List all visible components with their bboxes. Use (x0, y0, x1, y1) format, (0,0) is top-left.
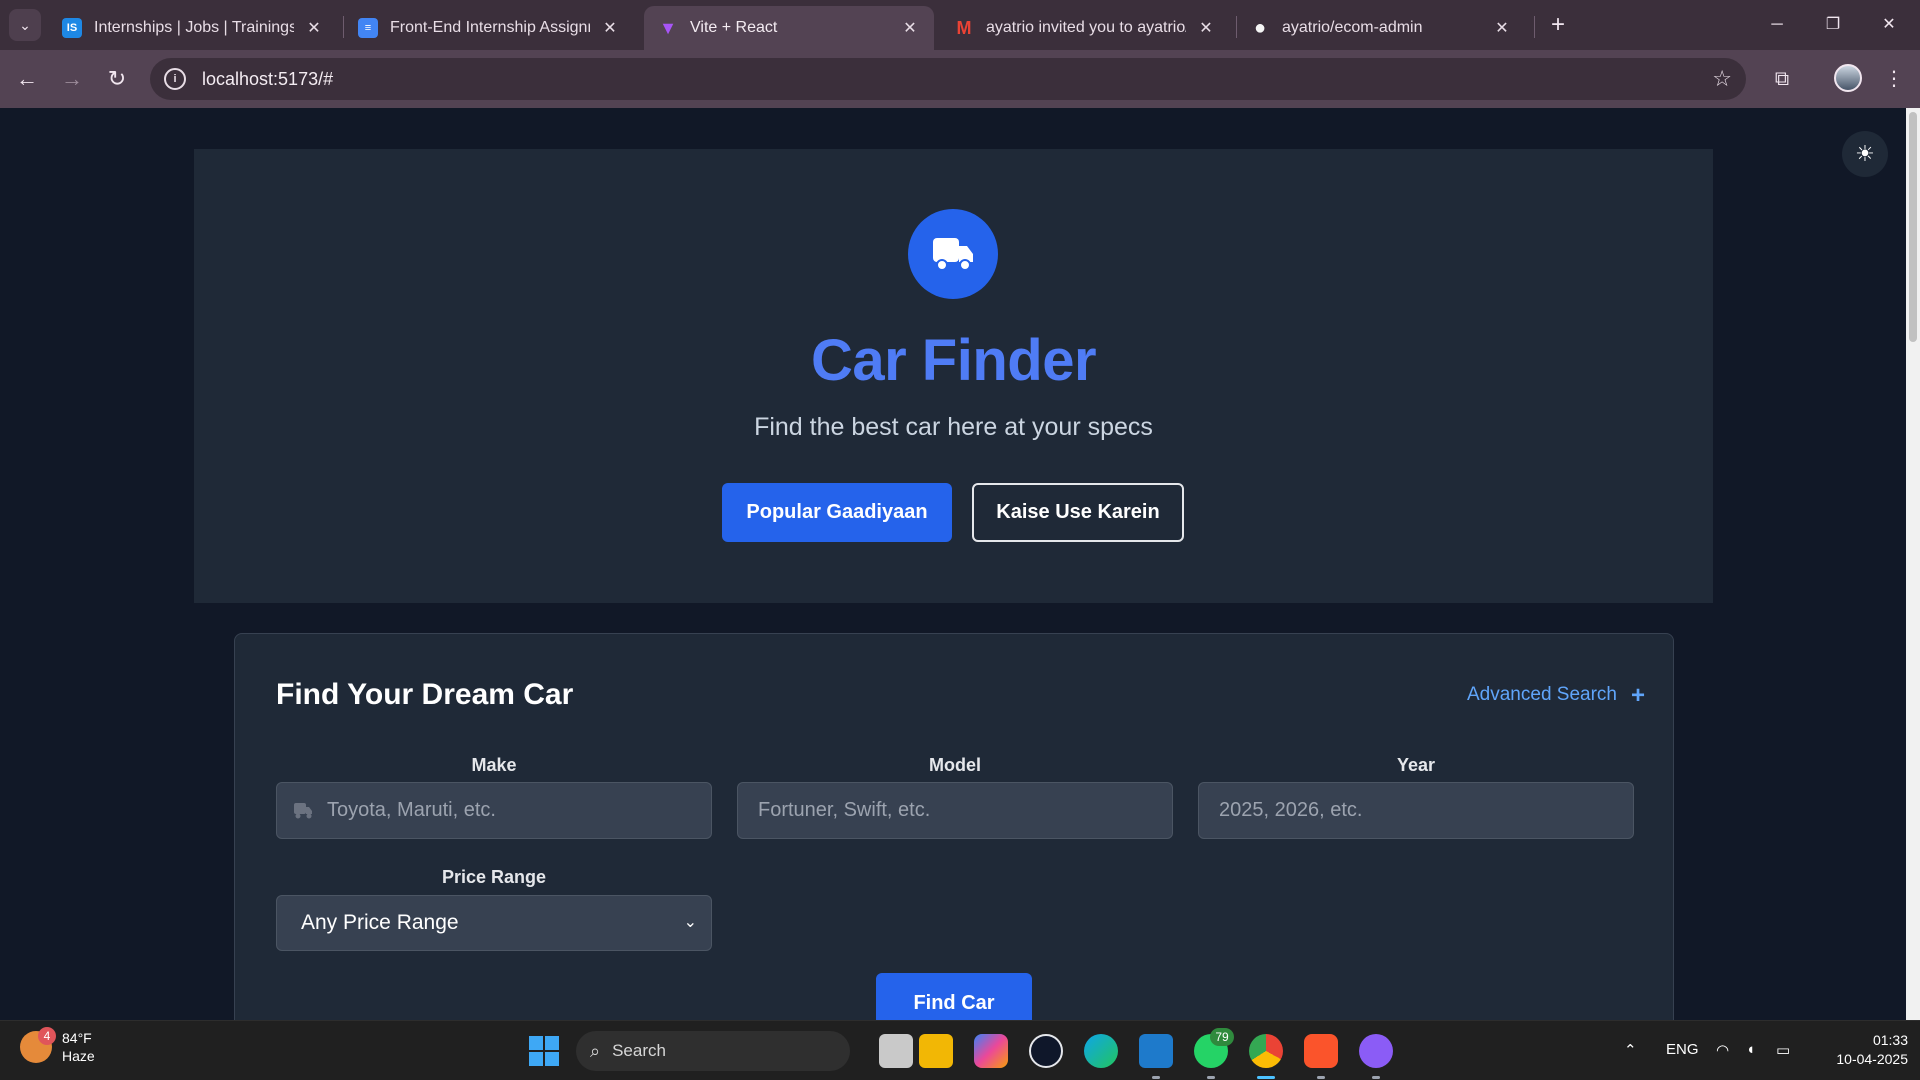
github-desktop-icon[interactable] (1359, 1034, 1393, 1068)
language-indicator[interactable]: ENG (1666, 1041, 1699, 1058)
whatsapp-running-indicator (1207, 1076, 1215, 1079)
page-subtitle: Find the best car here at your specs (754, 413, 1153, 441)
reload-icon[interactable]: ↻ (99, 61, 135, 97)
wifi-icon[interactable]: ◠ (1716, 1041, 1729, 1059)
brave-running-indicator (1317, 1076, 1325, 1079)
make-label: Make (471, 755, 517, 775)
popular-cars-button[interactable]: Popular Gaadiyaan (722, 483, 952, 542)
tab-divider (1534, 16, 1535, 38)
docs-favicon-icon: ≡ (358, 18, 378, 38)
tab-github-repo[interactable]: ● ayatrio/ecom-admin ✕ (1236, 6, 1526, 50)
chevron-down-icon: ⌄ (683, 914, 697, 931)
page-title: Car Finder (810, 328, 1097, 393)
tab-title: Front-End Internship Assignment (390, 19, 590, 36)
model-label: Model (929, 755, 981, 775)
search-form-card: Find Your Dream Car Advanced Search + Ma… (234, 633, 1674, 1020)
browser-menu-icon[interactable]: ⋮ (1878, 63, 1910, 95)
price-range-value: Any Price Range (301, 911, 459, 934)
github-desktop-running-indicator (1372, 1076, 1380, 1079)
tab-vite-react[interactable]: ▼ Vite + React ✕ (644, 6, 934, 50)
profile-avatar[interactable] (1834, 64, 1862, 92)
model-input[interactable] (737, 782, 1173, 839)
minimize-icon[interactable]: ─ (1754, 10, 1800, 40)
taskbar-search-box[interactable]: ⌕ Search (576, 1031, 850, 1071)
edge-browser-icon[interactable] (1084, 1034, 1118, 1068)
tab-internshala[interactable]: IS Internships | Jobs | Trainings & More… (48, 6, 338, 50)
weather-condition: Haze (62, 1048, 95, 1064)
tab-docs-assignment[interactable]: ≡ Front-End Internship Assignment ✕ (344, 6, 634, 50)
theme-toggle-sun-icon[interactable]: ☀ (1842, 131, 1888, 177)
advanced-search-label: Advanced Search (1467, 684, 1617, 705)
windows-taskbar: 4 84°F Haze ⌕ Search 79 ⌃ ENG ◠ ◖ ▭ 01:3… (0, 1020, 1920, 1080)
github-favicon-icon: ● (1253, 16, 1267, 39)
close-icon[interactable]: ✕ (304, 18, 324, 38)
site-info-icon[interactable]: i (164, 68, 186, 90)
weather-widget[interactable]: 4 84°F Haze (20, 1027, 95, 1065)
page-scrollbar[interactable] (1906, 108, 1920, 1020)
window-close-icon[interactable]: ✕ (1866, 10, 1912, 40)
browser-tab-bar: ⌄ IS Internships | Jobs | Trainings & Mo… (0, 0, 1920, 50)
brave-browser-icon[interactable] (1304, 1034, 1338, 1068)
car-icon (294, 803, 312, 819)
chrome-active-indicator (1257, 1076, 1275, 1079)
close-icon[interactable]: ✕ (900, 18, 920, 38)
gmail-favicon-icon: M (956, 17, 972, 38)
close-icon[interactable]: ✕ (600, 18, 620, 38)
new-tab-button[interactable]: + (1544, 11, 1572, 39)
hero-section: Car Finder Find the best car here at you… (194, 149, 1713, 603)
vite-favicon-icon: ▼ (659, 17, 677, 38)
price-range-label: Price Range (441, 867, 547, 887)
price-range-select[interactable]: Any Price Range ⌄ (276, 895, 712, 951)
tab-title: Vite + React (690, 19, 778, 36)
internshala-favicon-icon: IS (62, 18, 82, 38)
how-to-use-button[interactable]: Kaise Use Karein (972, 483, 1184, 542)
mongodb-compass-icon[interactable] (1029, 1034, 1063, 1068)
scrollbar-thumb[interactable] (1909, 112, 1917, 342)
bookmark-star-icon[interactable]: ☆ (1712, 66, 1732, 92)
make-input[interactable] (276, 782, 712, 839)
volume-icon[interactable]: ◖ (1746, 1041, 1755, 1058)
close-icon[interactable]: ✕ (1492, 18, 1512, 38)
tab-gmail-invite[interactable]: M ayatrio invited you to ayatrio/ecom-ad… (940, 6, 1230, 50)
chrome-icon[interactable] (1249, 1034, 1283, 1068)
chevron-up-icon[interactable]: ⌃ (1624, 1041, 1637, 1059)
plus-icon: + (1631, 681, 1646, 709)
windows-start-icon[interactable] (529, 1036, 559, 1066)
clock-date: 10-04-2025 (1836, 1051, 1908, 1067)
tab-title: ayatrio/ecom-admin (1282, 19, 1423, 36)
advanced-search-link[interactable]: Advanced Search + (1467, 681, 1646, 709)
browser-toolbar: ← → ↻ i localhost:5173/# ☆ ⧉ ⋮ (0, 50, 1920, 108)
weather-haze-icon: 4 (20, 1027, 56, 1063)
address-url[interactable]: localhost:5173/# (202, 69, 333, 90)
extensions-icon[interactable]: ⧉ (1766, 63, 1798, 95)
vscode-running-indicator (1152, 1076, 1160, 1079)
year-input[interactable] (1198, 782, 1634, 839)
tab-title: Internships | Jobs | Trainings & More (94, 19, 294, 36)
weather-temperature: 84°F (62, 1030, 92, 1046)
address-bar[interactable]: i localhost:5173/# ☆ (150, 58, 1746, 100)
restore-icon[interactable]: ❐ (1810, 10, 1856, 40)
back-icon[interactable]: ← (9, 61, 45, 97)
copilot-icon[interactable] (974, 1034, 1008, 1068)
vscode-icon[interactable] (1139, 1034, 1173, 1068)
close-icon[interactable]: ✕ (1196, 18, 1216, 38)
tab-title: ayatrio invited you to ayatrio/ecom-admi… (986, 19, 1186, 36)
taskbar-search-label: Search (612, 1041, 666, 1060)
search-icon: ⌕ (590, 1040, 601, 1061)
page-viewport: ☀ Car Finder Find the best car here at y… (0, 108, 1920, 1020)
year-label: Year (1396, 755, 1436, 775)
file-explorer-icon[interactable] (919, 1034, 953, 1068)
task-view-icon[interactable] (879, 1034, 913, 1068)
weather-badge: 4 (38, 1027, 56, 1045)
battery-icon[interactable]: ▭ (1776, 1041, 1790, 1059)
search-card-title: Find Your Dream Car (276, 678, 574, 711)
whatsapp-unread-badge: 79 (1210, 1028, 1234, 1046)
truck-logo-icon (908, 209, 998, 299)
truck-icon (933, 238, 973, 271)
forward-icon[interactable]: → (54, 61, 90, 97)
tab-search-dropdown-icon[interactable]: ⌄ (9, 9, 41, 41)
system-clock[interactable]: 01:33 10-04-2025 (1812, 1031, 1908, 1069)
find-car-button[interactable]: Find Car (876, 973, 1032, 1020)
clock-time: 01:33 (1872, 1032, 1908, 1048)
